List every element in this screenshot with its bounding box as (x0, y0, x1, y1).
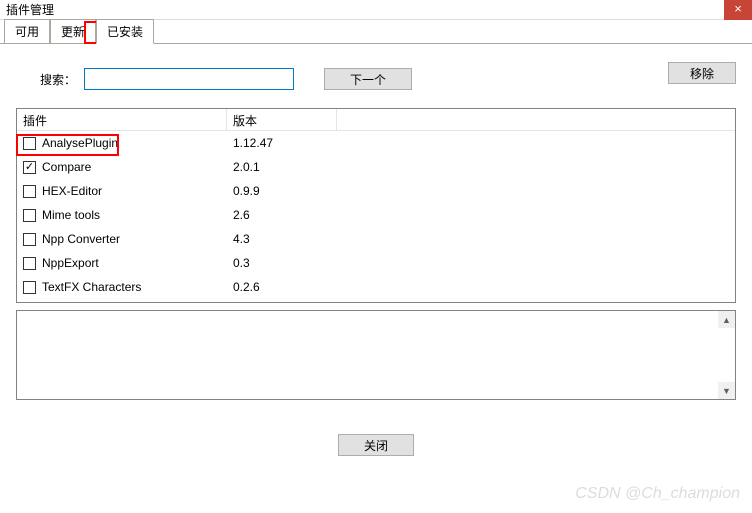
col-version[interactable]: 版本 (227, 109, 337, 130)
plugin-name: NppExport (42, 256, 99, 270)
plugin-version: 2.0.1 (227, 160, 337, 174)
checkbox-icon[interactable] (23, 281, 36, 294)
titlebar: 插件管理 × (0, 0, 752, 20)
tab-strip: 可用 更新 已安装 (0, 20, 752, 44)
search-label: 搜索： (40, 71, 76, 88)
plugin-name: TextFX Characters (42, 280, 141, 294)
plugin-name: Compare (42, 160, 91, 174)
search-row: 搜索： 下一个 (40, 68, 736, 90)
checkbox-icon[interactable] (23, 209, 36, 222)
col-spacer (337, 109, 735, 130)
checkbox-icon[interactable]: ✓ (23, 161, 36, 174)
remove-button[interactable]: 移除 (668, 62, 736, 84)
tab-installed[interactable]: 已安装 (96, 19, 154, 44)
plugin-version: 0.3 (227, 256, 337, 270)
search-input[interactable] (84, 68, 294, 90)
plugin-name: Mime tools (42, 208, 100, 222)
watermark: CSDN @Ch_champion (575, 485, 740, 503)
table-row[interactable]: TextFX Characters 0.2.6 (17, 275, 735, 299)
description-box: ▲ ▼ (16, 310, 736, 400)
checkbox-icon[interactable] (23, 233, 36, 246)
table-row[interactable]: ✓ Compare 2.0.1 (17, 155, 735, 179)
table-row[interactable]: Npp Converter 4.3 (17, 227, 735, 251)
highlight-row-compare (16, 134, 119, 156)
table-row[interactable]: Mime tools 2.6 (17, 203, 735, 227)
table-row[interactable]: HEX-Editor 0.9.9 (17, 179, 735, 203)
plugin-version: 1.12.47 (227, 136, 337, 150)
table-row[interactable]: AnalysePlugin1.12.47 (17, 131, 735, 155)
table-row[interactable]: NppExport 0.3 (17, 251, 735, 275)
close-button[interactable]: 关闭 (338, 434, 414, 456)
col-plugin[interactable]: 插件 (17, 109, 227, 130)
plugin-version: 0.2.6 (227, 280, 337, 294)
plugin-version: 0.9.9 (227, 184, 337, 198)
checkbox-icon[interactable] (23, 185, 36, 198)
table-header: 插件 版本 (17, 109, 735, 131)
scroll-up-icon[interactable]: ▲ (718, 311, 735, 328)
table-body: AnalysePlugin1.12.47 ✓ Compare 2.0.1 HEX-Edi… (17, 131, 735, 299)
next-button[interactable]: 下一个 (324, 68, 412, 90)
plugin-version: 2.6 (227, 208, 337, 222)
tab-available[interactable]: 可用 (4, 19, 50, 44)
window-title: 插件管理 (0, 1, 60, 18)
plugin-version: 4.3 (227, 232, 337, 246)
plugin-name: HEX-Editor (42, 184, 102, 198)
close-icon[interactable]: × (724, 0, 752, 20)
plugin-table: 插件 版本 AnalysePlugin1.12.47 ✓ Compare 2.0.1 H… (16, 108, 736, 303)
checkbox-icon[interactable] (23, 257, 36, 270)
scroll-down-icon[interactable]: ▼ (718, 382, 735, 399)
plugin-name: Npp Converter (42, 232, 120, 246)
